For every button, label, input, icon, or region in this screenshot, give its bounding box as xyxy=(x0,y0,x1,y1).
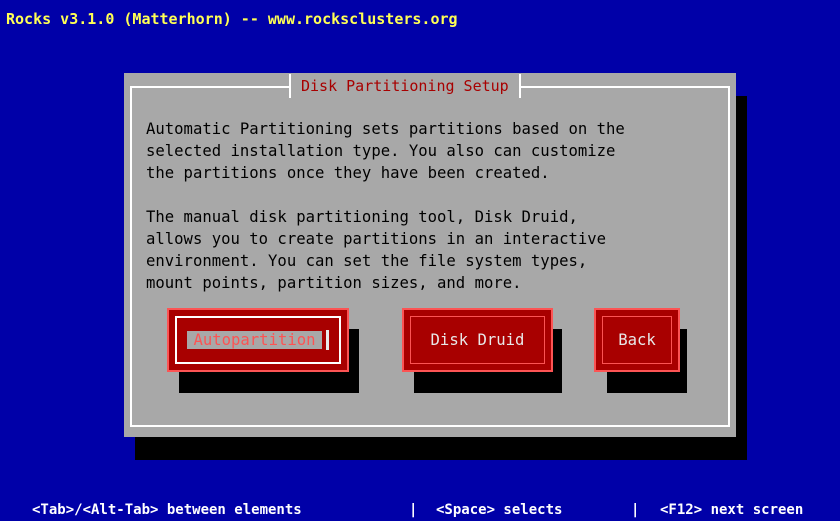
back-button-label: Back xyxy=(618,331,656,349)
description-line: environment. You can set the file system… xyxy=(146,252,588,270)
autopartition-button[interactable]: Autopartition xyxy=(167,308,349,372)
text-cursor xyxy=(325,330,329,350)
help-separator: | xyxy=(409,502,418,518)
description-line: allows you to create partitions in an in… xyxy=(146,230,607,248)
disk-druid-button[interactable]: Disk Druid xyxy=(402,308,553,372)
installer-screen: Rocks v3.1.0 (Matterhorn) -- www.rockscl… xyxy=(0,0,840,521)
disk-druid-button-label: Disk Druid xyxy=(430,331,525,349)
disk-partitioning-dialog: Disk Partitioning Setup Automatic Partit… xyxy=(124,73,736,437)
description-line: The manual disk partitioning tool, Disk … xyxy=(146,208,578,226)
dialog-description: Automatic Partitioning sets partitions b… xyxy=(146,118,625,294)
autopartition-button-label: Autopartition xyxy=(187,331,322,349)
help-tab-hint: <Tab>/<Alt-Tab> between elements xyxy=(32,502,302,518)
installer-title: Rocks v3.1.0 (Matterhorn) -- www.rockscl… xyxy=(6,10,458,28)
description-line: mount points, partition sizes, and more. xyxy=(146,274,522,292)
help-separator: | xyxy=(631,502,640,518)
back-button[interactable]: Back xyxy=(594,308,680,372)
help-line: <Tab>/<Alt-Tab> between elements | <Spac… xyxy=(0,500,840,521)
help-space-hint: <Space> selects xyxy=(436,502,563,518)
description-line: Automatic Partitioning sets partitions b… xyxy=(146,120,625,138)
dialog-title: Disk Partitioning Setup xyxy=(289,74,521,98)
description-line: selected installation type. You also can… xyxy=(146,142,616,160)
description-line: the partitions once they have been creat… xyxy=(146,164,550,182)
help-f12-hint: <F12> next screen xyxy=(660,502,804,518)
